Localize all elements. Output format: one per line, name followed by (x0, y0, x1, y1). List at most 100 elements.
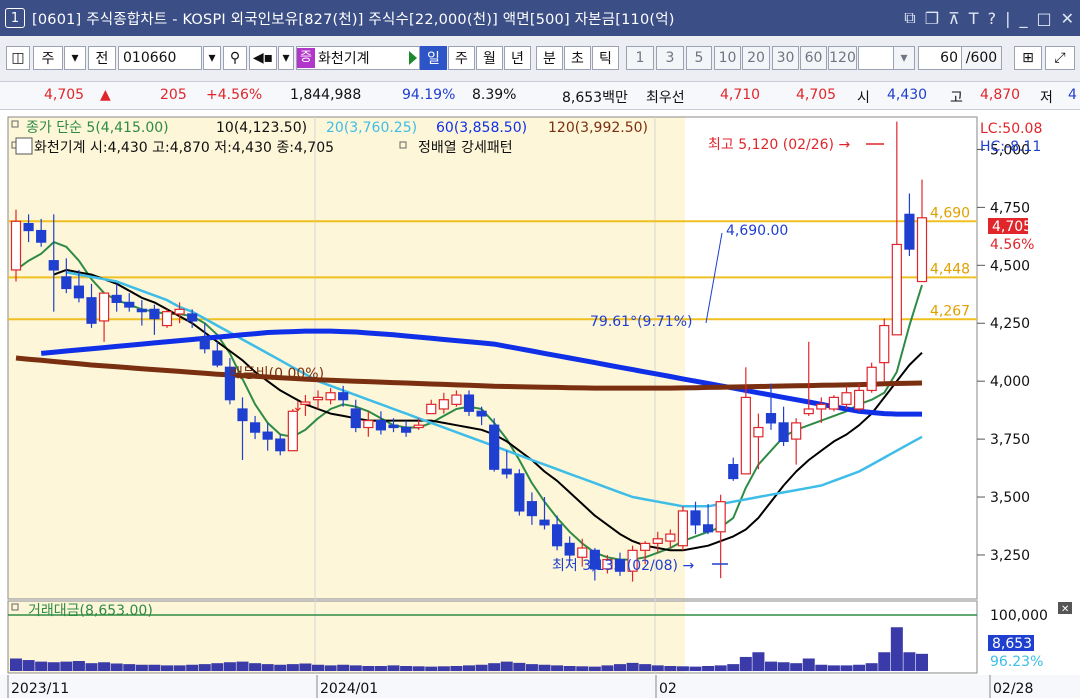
volume-bar[interactable] (35, 661, 48, 671)
candle[interactable] (828, 395, 840, 412)
volume-bar[interactable] (865, 663, 878, 671)
volume-bar[interactable] (702, 666, 715, 671)
market-select[interactable]: 주 (33, 46, 63, 70)
candle[interactable] (489, 418, 500, 472)
minimize-icon[interactable]: _ (1019, 9, 1027, 28)
legend-ma20[interactable]: 20(3,760.25) (326, 120, 417, 136)
interval-button-20[interactable]: 20 (742, 46, 770, 70)
candle[interactable] (677, 506, 689, 551)
market-dropdown-icon[interactable]: ▾ (64, 46, 86, 70)
prev-button[interactable]: 전 (88, 46, 116, 70)
volume-bar[interactable] (664, 666, 677, 671)
blank-dropdown-icon[interactable]: ▾ (893, 46, 915, 70)
interval-button-120[interactable]: 120 (828, 46, 857, 70)
volume-bar[interactable] (22, 660, 35, 671)
volume-bar[interactable] (249, 663, 262, 671)
close-icon[interactable]: ✕ (1061, 9, 1074, 28)
period-tab-3[interactable]: 년 (504, 46, 531, 70)
legend-ma60[interactable]: 60(3,858.50) (436, 120, 527, 136)
volume-bar[interactable] (299, 663, 312, 672)
volume-bar[interactable] (576, 666, 589, 671)
interval-button-1[interactable]: 1 (626, 46, 654, 70)
volume-bar[interactable] (651, 665, 664, 671)
volume-bar[interactable] (525, 664, 538, 671)
volume-bar[interactable] (186, 664, 199, 671)
volume-bar[interactable] (425, 666, 438, 671)
volume-bar[interactable] (72, 661, 85, 671)
volume-bar[interactable] (853, 664, 866, 671)
period-tab-6[interactable]: 틱 (592, 46, 619, 70)
pin-icon[interactable]: ⊼ (948, 9, 960, 28)
candle[interactable] (161, 309, 173, 328)
volume-bar[interactable] (840, 665, 853, 671)
volume-bar[interactable] (211, 663, 224, 671)
volume-bar[interactable] (500, 661, 513, 671)
interval-button-60[interactable]: 60 (800, 46, 827, 70)
volume-bar[interactable] (85, 663, 98, 671)
price-chart[interactable]: 4,6904,4484,267 5,0004,7504,5004,2504,00… (0, 111, 1080, 698)
legend-close-ma[interactable]: 종가 단순 5(4,415.00) (26, 120, 169, 136)
volume-bar[interactable] (802, 658, 815, 672)
volume-bar[interactable] (563, 666, 576, 671)
volume-bar[interactable] (324, 665, 337, 671)
interval-button-3[interactable]: 3 (656, 46, 684, 70)
period-tab-4[interactable]: 분 (536, 46, 563, 70)
volume-bar[interactable] (312, 664, 324, 671)
volume-bar[interactable] (148, 664, 161, 671)
maximize-icon[interactable]: □ (1036, 9, 1051, 28)
search-icon[interactable]: ⚲ (223, 46, 247, 70)
volume-bar[interactable] (173, 665, 186, 671)
legend-ma120[interactable]: 120(3,992.50) (548, 120, 648, 136)
volume-bar[interactable] (450, 666, 463, 671)
stock-name-field[interactable]: 증 화천기계 (296, 46, 420, 70)
volume-bar[interactable] (437, 666, 450, 671)
volume-bar[interactable] (135, 664, 148, 671)
candle[interactable] (514, 469, 525, 516)
help-icon[interactable]: ? (988, 9, 997, 28)
volume-bar[interactable] (614, 664, 626, 671)
volume-bar[interactable] (374, 666, 387, 671)
font-icon[interactable]: T (969, 9, 979, 28)
volume-bar[interactable] (362, 666, 375, 671)
volume-bar[interactable] (890, 627, 903, 671)
code-dropdown-icon[interactable]: ▾ (203, 46, 221, 70)
volume-bar[interactable] (714, 665, 727, 671)
volume-bar[interactable] (47, 662, 60, 671)
volume-bar[interactable] (676, 666, 689, 671)
volume-bar[interactable] (161, 665, 173, 671)
indicator-icon[interactable]: ⊞ (1014, 46, 1042, 70)
volume-bar[interactable] (739, 656, 752, 671)
interval-button-30[interactable]: 30 (772, 46, 799, 70)
volume-bar[interactable] (223, 662, 236, 671)
volume-bar[interactable] (488, 663, 501, 671)
volume-bar[interactable] (903, 652, 916, 671)
volume-bar[interactable] (626, 662, 639, 671)
volume-bar[interactable] (400, 666, 413, 671)
duplicate-icon[interactable]: ❐ (925, 9, 939, 28)
volume-bar[interactable] (123, 664, 136, 671)
volume-bar[interactable] (387, 665, 400, 671)
volume-bar[interactable] (337, 664, 350, 671)
volume-bar[interactable] (601, 665, 614, 671)
period-tab-5[interactable]: 초 (564, 46, 591, 70)
volume-bar[interactable] (463, 665, 475, 671)
interval-button-5[interactable]: 5 (686, 46, 712, 70)
volume-bar[interactable] (98, 662, 111, 671)
volume-bar[interactable] (198, 664, 211, 671)
volume-bar[interactable] (639, 664, 652, 671)
volume-bar[interactable] (878, 652, 891, 671)
volume-bar[interactable] (777, 662, 790, 671)
period-tab-0[interactable]: 일 (420, 46, 447, 70)
volume-bar[interactable] (110, 663, 123, 672)
period-tab-2[interactable]: 월 (476, 46, 503, 70)
volume-bar[interactable] (475, 664, 488, 671)
window-number-badge[interactable]: 1 (5, 8, 25, 28)
zoom-chart-icon[interactable]: ⤢ (1045, 46, 1075, 70)
volume-bar[interactable] (538, 664, 551, 671)
layout-icon[interactable]: ◫ (6, 46, 30, 70)
volume-bar[interactable] (815, 664, 828, 671)
calendar-icon[interactable] (15, 137, 33, 155)
speaker-icon[interactable]: ◀▪ (249, 46, 277, 70)
volume-bar[interactable] (551, 665, 564, 671)
stock-code-input[interactable]: 010660 (118, 46, 202, 70)
